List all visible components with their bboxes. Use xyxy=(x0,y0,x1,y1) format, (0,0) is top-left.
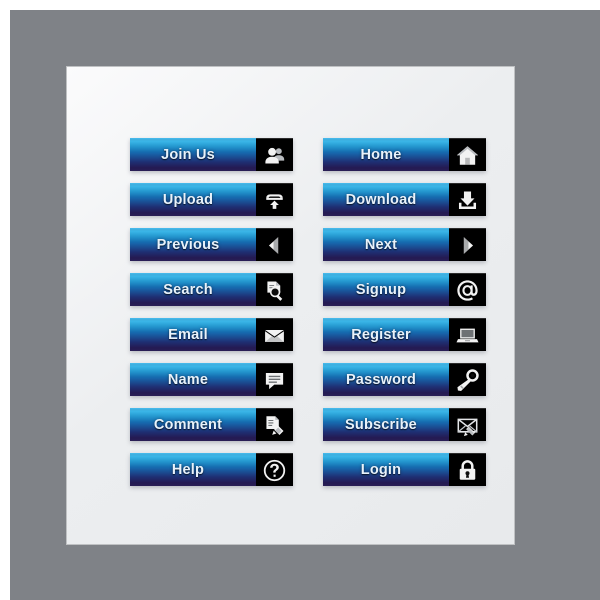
users-icon[interactable] xyxy=(256,138,293,171)
button-help[interactable]: Help xyxy=(130,453,293,486)
button-signup[interactable]: Signup xyxy=(323,273,486,306)
button-label: Join Us xyxy=(161,147,215,163)
inner-panel: Join Us Home Upload Download Previous Next Sea… xyxy=(67,67,514,544)
button-label: Name xyxy=(167,372,209,388)
button-label: Previous xyxy=(156,237,220,253)
house-icon[interactable] xyxy=(449,138,486,171)
button-face: Upload xyxy=(130,183,256,216)
button-next[interactable]: Next xyxy=(323,228,486,261)
button-previous[interactable]: Previous xyxy=(130,228,293,261)
button-label: Email xyxy=(168,327,208,343)
button-download[interactable]: Download xyxy=(323,183,486,216)
button-face: Home xyxy=(323,138,449,171)
arrow-left-icon[interactable] xyxy=(256,228,293,261)
button-face: Help xyxy=(130,453,256,486)
button-search[interactable]: Search xyxy=(130,273,293,306)
button-label: Search xyxy=(163,282,213,298)
key-icon[interactable] xyxy=(449,363,486,396)
button-login[interactable]: Login xyxy=(323,453,486,486)
button-face: Previous xyxy=(130,228,256,261)
button-comment[interactable]: Comment xyxy=(130,408,293,441)
button-register[interactable]: Register xyxy=(323,318,486,351)
button-label: Download xyxy=(345,192,417,208)
question-mark-icon[interactable] xyxy=(256,453,293,486)
padlock-icon[interactable] xyxy=(449,453,486,486)
button-email[interactable]: Email xyxy=(130,318,293,351)
button-label: Subscribe xyxy=(345,417,417,433)
document-search-icon[interactable] xyxy=(256,273,293,306)
laptop-icon[interactable] xyxy=(449,318,486,351)
speech-bubble-icon[interactable] xyxy=(256,363,293,396)
button-name[interactable]: Name xyxy=(130,363,293,396)
button-label: Password xyxy=(345,372,417,388)
button-face: Name xyxy=(130,363,256,396)
button-face: Join Us xyxy=(130,138,256,171)
button-grid: Join Us Home Upload Download Previous Next Sea… xyxy=(130,138,503,486)
button-password[interactable]: Password xyxy=(323,363,486,396)
envelope-pen-icon[interactable] xyxy=(449,408,486,441)
button-label: Comment xyxy=(153,417,223,433)
button-face: Next xyxy=(323,228,449,261)
button-face: Comment xyxy=(130,408,256,441)
button-label: Help xyxy=(171,462,205,478)
button-face: Subscribe xyxy=(323,408,449,441)
button-face: Email xyxy=(130,318,256,351)
button-face: Password xyxy=(323,363,449,396)
at-sign-icon[interactable] xyxy=(449,273,486,306)
button-upload[interactable]: Upload xyxy=(130,183,293,216)
button-face: Login xyxy=(323,453,449,486)
button-label: Login xyxy=(360,462,402,478)
upload-icon[interactable] xyxy=(256,183,293,216)
button-label: Signup xyxy=(355,282,407,298)
envelope-icon[interactable] xyxy=(256,318,293,351)
download-icon[interactable] xyxy=(449,183,486,216)
button-subscribe[interactable]: Subscribe xyxy=(323,408,486,441)
button-label: Next xyxy=(364,237,398,253)
button-label: Upload xyxy=(162,192,214,208)
document-pen-icon[interactable] xyxy=(256,408,293,441)
button-join-us[interactable]: Join Us xyxy=(130,138,293,171)
arrow-right-icon[interactable] xyxy=(449,228,486,261)
button-label: Home xyxy=(360,147,402,163)
button-face: Download xyxy=(323,183,449,216)
button-label: Register xyxy=(351,327,411,343)
button-face: Search xyxy=(130,273,256,306)
button-face: Register xyxy=(323,318,449,351)
button-home[interactable]: Home xyxy=(323,138,486,171)
gray-frame-border: Join Us Home Upload Download Previous Next Sea… xyxy=(10,10,600,600)
button-face: Signup xyxy=(323,273,449,306)
stage: Join Us Home Upload Download Previous Next Sea… xyxy=(0,0,600,600)
